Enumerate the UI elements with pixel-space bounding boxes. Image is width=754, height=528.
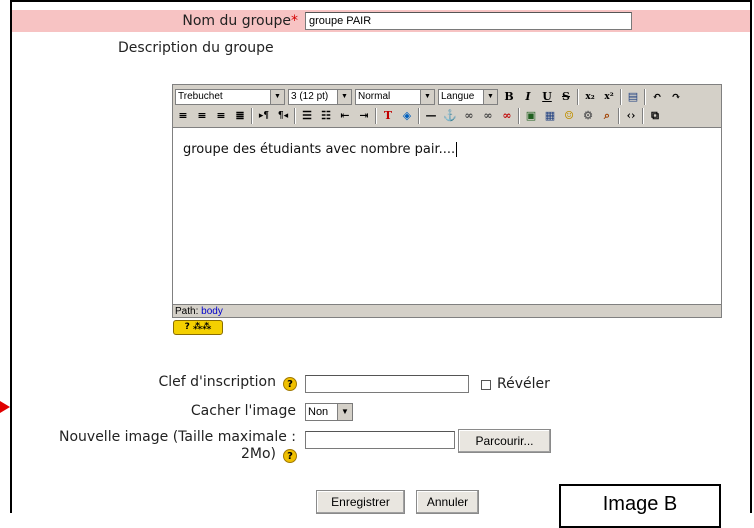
group-name-input[interactable]: groupe PAIR <box>305 12 632 30</box>
editor-content[interactable]: groupe des étudiants avec nombre pair...… <box>183 142 458 157</box>
required-marker: * <box>291 13 298 29</box>
bullet-list-icon[interactable]: ☷ <box>318 108 334 124</box>
browse-button[interactable]: Parcourir... <box>458 429 551 453</box>
cancel-button[interactable]: Annuler <box>416 490 479 514</box>
link-icon[interactable]: ∞ <box>461 108 477 124</box>
font-select-value: Trebuchet <box>178 91 223 102</box>
html-source-icon[interactable]: ‹› <box>623 108 639 124</box>
description-label: Description du groupe <box>118 40 274 56</box>
format-select[interactable]: Normal ▼ <box>355 89 435 105</box>
path-label: Path: <box>175 306 199 317</box>
editor-path-bar: Path: body <box>173 304 721 317</box>
toolbar-separator <box>644 89 646 105</box>
language-select-value: Langue <box>441 91 475 102</box>
numbered-list-icon[interactable]: ☰ <box>299 108 315 124</box>
editor-content-text: groupe des étudiants avec nombre pair...… <box>183 142 456 157</box>
save-button[interactable]: Enregistrer <box>316 490 405 514</box>
anchor-icon[interactable]: ⚓ <box>442 108 458 124</box>
size-select-value: 3 (12 pt) <box>291 91 329 102</box>
special-char-icon[interactable]: ⚙ <box>580 108 596 124</box>
align-center-icon[interactable]: ≡ <box>194 108 210 124</box>
ltr-icon[interactable]: ▸¶ <box>256 108 272 124</box>
enrol-key-label: Clef d'inscription <box>158 374 277 390</box>
hide-picture-label: Cacher l'image <box>190 403 296 419</box>
editor-toolbar: Trebuchet ▼ 3 (12 pt) ▼ Normal ▼ Langue ▼ B … <box>173 85 721 127</box>
chevron-down-icon: ▼ <box>420 90 434 104</box>
underline-icon[interactable]: U <box>539 89 555 105</box>
chevron-down-icon: ▼ <box>337 90 351 104</box>
nolink-icon[interactable]: ∞ <box>499 108 515 124</box>
smiley-icon[interactable]: ☺ <box>561 108 577 124</box>
strikethrough-icon[interactable]: S <box>558 89 574 105</box>
toolbar-separator <box>294 108 296 124</box>
background-color-icon[interactable]: ◈ <box>399 108 415 124</box>
toolbar-separator <box>251 108 253 124</box>
italic-icon[interactable]: I <box>520 89 536 105</box>
chevron-down-icon: ▼ <box>270 90 284 104</box>
group-name-label-text: Nom du groupe <box>182 13 291 29</box>
toolbar-separator <box>618 108 620 124</box>
group-name-label: Nom du groupe* <box>100 10 298 32</box>
editor-content-area[interactable]: groupe des étudiants avec nombre pair...… <box>173 127 721 304</box>
insert-image-icon[interactable]: ▣ <box>523 108 539 124</box>
font-select[interactable]: Trebuchet ▼ <box>175 89 285 105</box>
hide-picture-value: Non <box>308 406 329 418</box>
red-arrow-marker <box>0 401 10 413</box>
outdent-icon[interactable]: ⇤ <box>337 108 353 124</box>
indent-icon[interactable]: ⇥ <box>356 108 372 124</box>
text-caret <box>456 142 458 157</box>
toolbar-separator <box>518 108 520 124</box>
help-icon: ? <box>184 322 190 332</box>
toolbar-separator <box>642 108 644 124</box>
format-select-value: Normal <box>358 91 391 102</box>
text-color-icon[interactable]: T <box>380 108 396 124</box>
help-icon[interactable]: ? <box>283 377 297 391</box>
reveal-checkbox[interactable] <box>481 380 491 390</box>
editor-toolbar-row-2: ≡ ≡ ≡ ≣ ▸¶ ¶◂ ☰ ☷ ⇤ ⇥ T ◈ — ⚓ ∞ ∞ ∞ ▣ ▦ … <box>175 106 663 126</box>
hide-picture-select[interactable]: Non ▼ <box>305 403 353 421</box>
toolbar-separator <box>375 108 377 124</box>
rtl-icon[interactable]: ¶◂ <box>275 108 291 124</box>
align-justify-icon[interactable]: ≣ <box>232 108 248 124</box>
new-image-label: Nouvelle image (Taille maximale : <box>59 429 296 445</box>
bold-icon[interactable]: B <box>501 89 517 105</box>
undo-icon[interactable]: ↶ <box>649 89 665 105</box>
toolbar-separator <box>418 108 420 124</box>
toolbar-separator <box>577 89 579 105</box>
align-right-icon[interactable]: ≡ <box>213 108 229 124</box>
help-icon[interactable]: ? <box>283 449 297 463</box>
language-select[interactable]: Langue ▼ <box>438 89 498 105</box>
chevron-down-icon: ▼ <box>483 90 497 104</box>
toolbar-separator <box>620 89 622 105</box>
html-editor: Trebuchet ▼ 3 (12 pt) ▼ Normal ▼ Langue ▼ B … <box>172 84 722 318</box>
horizontal-rule-icon[interactable]: — <box>423 108 439 124</box>
new-image-file-input[interactable] <box>305 431 455 449</box>
editor-toolbar-row-1: Trebuchet ▼ 3 (12 pt) ▼ Normal ▼ Langue ▼ B … <box>175 87 684 107</box>
search-replace-icon[interactable]: ⌕ <box>599 108 615 124</box>
chevron-down-icon: ▼ <box>337 404 352 420</box>
image-b-annotation: Image B <box>559 484 721 528</box>
paste-word-icon[interactable]: ▤ <box>625 89 641 105</box>
enrol-key-input[interactable] <box>305 375 469 393</box>
editor-help-button[interactable]: ? ⁂⁂ <box>173 320 223 335</box>
size-select[interactable]: 3 (12 pt) ▼ <box>288 89 352 105</box>
subscript-icon[interactable]: x₂ <box>582 89 598 105</box>
align-left-icon[interactable]: ≡ <box>175 108 191 124</box>
reveal-label: Révéler <box>497 376 550 392</box>
path-body-link[interactable]: body <box>201 306 223 317</box>
unlink-icon[interactable]: ∞ <box>480 108 496 124</box>
new-image-label-size: 2Mo) <box>240 446 276 462</box>
insert-table-icon[interactable]: ▦ <box>542 108 558 124</box>
redo-icon[interactable]: ↷ <box>668 89 684 105</box>
fullscreen-icon[interactable]: ⧉ <box>647 108 663 124</box>
superscript-icon[interactable]: x² <box>601 89 617 105</box>
